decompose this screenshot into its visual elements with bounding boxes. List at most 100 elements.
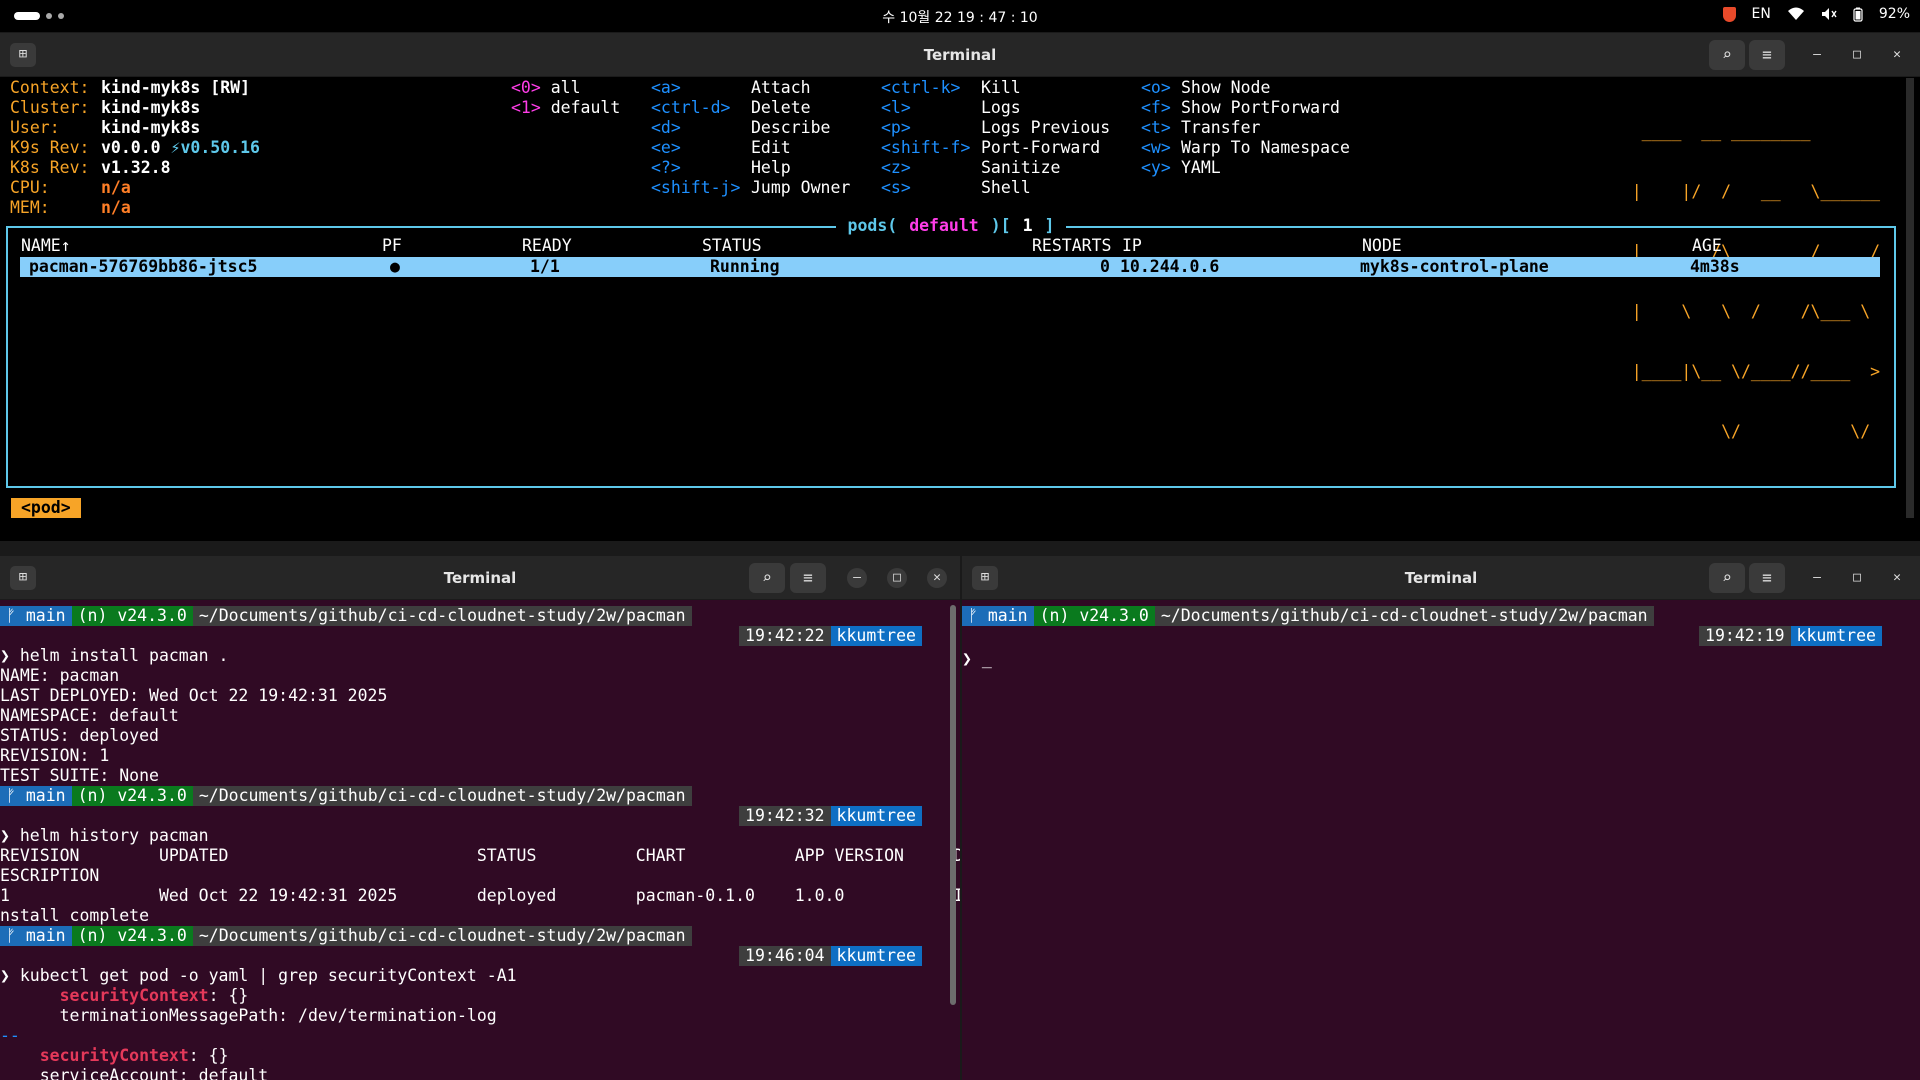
command-input-line[interactable]: ❯ _ (962, 649, 992, 669)
node-version: (n) v24.3.0 (71, 786, 193, 806)
shortcut-key: <shift-f> (881, 138, 971, 157)
search-button[interactable]: ⌕ (1709, 563, 1745, 593)
output-line: REVISION UPDATED STATUS CHART APP VERSIO… (0, 846, 960, 865)
prompt-user: kkumtree (830, 806, 922, 826)
minimize-button[interactable]: – (1807, 45, 1827, 65)
pod-node: myk8s-control-plane (1360, 257, 1549, 276)
window-header[interactable]: ⊞ Terminal ⌕ ≡ – □ ✕ (0, 556, 960, 600)
shortcut-key: <z> (881, 158, 911, 177)
namespace-key: <1> (511, 98, 541, 117)
terminal-body[interactable]: ᚠ main (n) v24.3.0 ~/Documents/github/ci-c… (962, 601, 1920, 1080)
pods-table[interactable]: pods(default)[1] NAME↑ PF READY STATUS R… (6, 216, 1896, 488)
pod-name: pacman-576769bb86-jtsc5 (29, 257, 258, 276)
scrollbar[interactable] (950, 605, 956, 1005)
close-button[interactable]: ✕ (927, 568, 947, 588)
output-line: REVISION: 1 (0, 746, 110, 765)
output-line: LAST DEPLOYED: Wed Oct 22 19:42:31 2025 (0, 686, 388, 705)
terminal-body[interactable]: ᚠ main (n) v24.3.0 ~/Documents/github/ci-c… (0, 601, 960, 1080)
prompt-line: ᚠ main (n) v24.3.0 ~/Documents/github/ci-c… (0, 606, 692, 626)
prompt-line: ᚠ main (n) v24.3.0 ~/Documents/github/ci-c… (962, 606, 1654, 626)
search-button[interactable]: ⌕ (749, 563, 785, 593)
column-header-ip[interactable]: IP (1122, 236, 1142, 255)
menu-button[interactable]: ≡ (790, 563, 826, 593)
output-line: securityContext: {} (0, 986, 249, 1006)
namespace-item[interactable]: <0> all (511, 78, 581, 98)
prompt-user: kkumtree (1790, 626, 1882, 646)
cwd-path: ~/Documents/github/ci-cd-cloudnet-study/… (1154, 606, 1654, 626)
prompt-time: 19:42:22 (739, 626, 831, 646)
shortcut-action: Show Node (1181, 78, 1271, 97)
output-line: serviceAccount: default (0, 1066, 269, 1080)
git-branch: ᚠ main (0, 786, 72, 806)
close-button[interactable]: ✕ (1887, 45, 1907, 65)
grep-match: securityContext (59, 986, 209, 1005)
shortcut-key: <f> (1141, 98, 1171, 117)
minimize-button[interactable]: – (847, 568, 867, 588)
info-value: kind-myk8s [RW] (101, 78, 251, 97)
clock[interactable]: 수 10월 22 19 : 47 : 10 (0, 7, 1920, 27)
info-label: MEM: (10, 198, 50, 217)
shortcut-action: Delete (751, 98, 811, 117)
prompt-time: 19:42:19 (1699, 626, 1791, 646)
info-label: CPU: (10, 178, 50, 197)
scrollbar[interactable] (1906, 78, 1914, 518)
search-button[interactable]: ⌕ (1709, 40, 1745, 70)
node-version: (n) v24.3.0 (1033, 606, 1155, 626)
table-title: pods(default)[1] (8, 216, 1894, 235)
pod-ip: 10.244.0.6 (1120, 257, 1220, 276)
prompt-time: 19:46:04 (739, 946, 831, 966)
shortcut-action: Sanitize (981, 158, 1061, 177)
namespace-item[interactable]: <1> default (511, 98, 620, 118)
shortcut-key: <s> (881, 178, 911, 197)
output-line: NAME: pacman (0, 666, 120, 685)
column-header-pf[interactable]: PF (382, 236, 402, 255)
cwd-path: ~/Documents/github/ci-cd-cloudnet-study/… (192, 786, 692, 806)
shortcut-key: <p> (881, 118, 911, 137)
system-tray[interactable]: EN 92% (1722, 6, 1910, 22)
window-header[interactable]: ⊞ Terminal ⌕ ≡ – □ ✕ (962, 556, 1920, 600)
input-language[interactable]: EN (1752, 6, 1771, 22)
column-header-node[interactable]: NODE (1362, 236, 1402, 255)
shortcut-action: Shell (981, 178, 1031, 197)
table-row[interactable]: pacman-576769bb86-jtsc5 ● 1/1 Running 0 … (20, 257, 1880, 277)
info-value: n/a (101, 198, 131, 217)
shortcut-key: <?> (651, 158, 681, 177)
git-branch: ᚠ main (962, 606, 1034, 626)
maximize-button[interactable]: □ (1847, 568, 1867, 588)
info-value: n/a (101, 178, 131, 197)
info-label: Cluster: (10, 98, 90, 117)
shortcut-action: Port-Forward (981, 138, 1101, 157)
window-header[interactable]: ⊞ Terminal ⌕ ≡ – □ ✕ (0, 33, 1920, 77)
maximize-button[interactable]: □ (1847, 45, 1867, 65)
column-header-age[interactable]: AGE (1692, 236, 1722, 255)
column-header-status[interactable]: STATUS (702, 236, 762, 255)
shield-icon[interactable] (1722, 6, 1736, 22)
column-header-name[interactable]: NAME↑ (21, 236, 71, 255)
volume-icon[interactable] (1821, 7, 1837, 21)
menu-button[interactable]: ≡ (1749, 40, 1785, 70)
pod-portforward: ● (390, 257, 400, 276)
wifi-icon[interactable] (1787, 7, 1805, 21)
grep-match: securityContext (39, 1046, 189, 1065)
column-header-ready[interactable]: READY (522, 236, 572, 255)
table-title-bracket: ] (1038, 216, 1061, 235)
info-label: Context: (10, 78, 90, 97)
menu-button[interactable]: ≡ (1749, 563, 1785, 593)
minimize-button[interactable]: – (1807, 568, 1827, 588)
info-label: User: (10, 118, 60, 137)
pod-ready: 1/1 (530, 257, 560, 276)
k9s-body[interactable]: Context: kind-myk8s [RW] Cluster: kind-m… (0, 78, 1920, 541)
shortcut-action: Attach (751, 78, 811, 97)
close-button[interactable]: ✕ (1887, 568, 1907, 588)
command-line: ❯ helm install pacman . (0, 646, 229, 665)
column-header-restarts[interactable]: RESTARTS (1032, 236, 1111, 255)
logo-line: ____ __ ________ (1631, 122, 1890, 141)
table-title-namespace: default (903, 216, 985, 235)
prompt-user: kkumtree (830, 946, 922, 966)
battery-icon[interactable] (1853, 7, 1863, 22)
pod-status: Running (710, 257, 780, 276)
command-line: ❯ kubectl get pod -o yaml | grep securit… (0, 966, 517, 985)
maximize-button[interactable]: □ (887, 568, 907, 588)
right-terminal-window: ⊞ Terminal ⌕ ≡ – □ ✕ ᚠ main (n) v24.3.0 ~/… (962, 556, 1920, 1080)
